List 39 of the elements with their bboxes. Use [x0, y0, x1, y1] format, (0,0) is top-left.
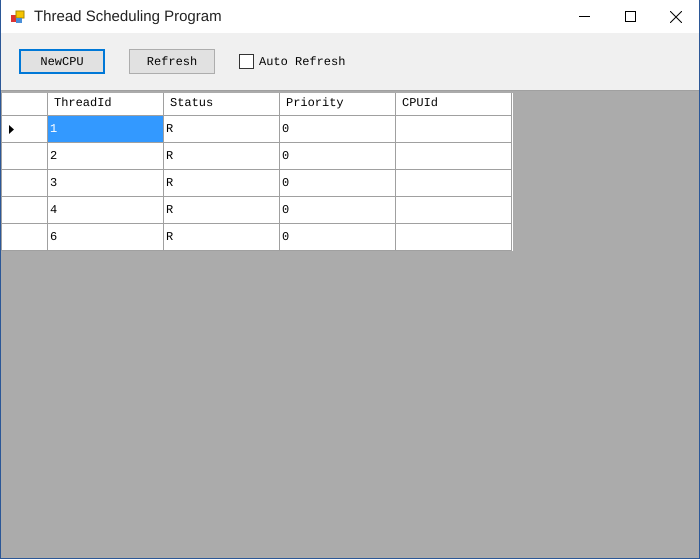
table-cell[interactable]: 0 — [280, 224, 396, 251]
table-cell[interactable]: 0 — [280, 170, 396, 197]
minimize-icon[interactable] — [578, 16, 590, 17]
table-cell[interactable]: 0 — [280, 116, 396, 143]
table-cell[interactable]: R — [164, 143, 280, 170]
row-header[interactable] — [2, 170, 48, 197]
table-cell[interactable] — [396, 224, 512, 251]
toolbar-button[interactable]: NewCPU — [19, 49, 105, 74]
checkbox-label: Auto Refresh — [259, 54, 346, 68]
current-row-icon — [9, 124, 14, 134]
table-cell[interactable]: 0 — [280, 197, 396, 224]
table-cell[interactable]: R — [164, 197, 280, 224]
table-cell[interactable]: 0 — [280, 143, 396, 170]
column-header[interactable]: Priority — [280, 93, 396, 116]
row-header[interactable] — [2, 116, 48, 143]
maximize-icon[interactable] — [624, 11, 636, 22]
app-icon — [10, 8, 26, 24]
table-cell[interactable]: 4 — [48, 197, 164, 224]
row-header[interactable] — [2, 224, 48, 251]
column-header[interactable]: ThreadId — [48, 93, 164, 116]
corner-header[interactable] — [2, 93, 48, 116]
close-icon[interactable] — [670, 10, 682, 22]
row-header[interactable] — [2, 143, 48, 170]
table-cell[interactable] — [396, 170, 512, 197]
table-cell[interactable]: R — [164, 116, 280, 143]
table-cell[interactable]: R — [164, 170, 280, 197]
table-cell[interactable] — [396, 197, 512, 224]
table-cell[interactable] — [396, 116, 512, 143]
toolbar-button[interactable]: Refresh — [129, 49, 215, 74]
table-cell[interactable]: 2 — [48, 143, 164, 170]
window-title: Thread Scheduling Program — [34, 8, 223, 25]
row-header[interactable] — [2, 197, 48, 224]
column-header[interactable]: Status — [164, 93, 280, 116]
table-cell[interactable]: 3 — [48, 170, 164, 197]
checkbox[interactable] — [239, 54, 254, 69]
table-cell[interactable]: 6 — [48, 224, 164, 251]
table-cell[interactable]: R — [164, 224, 280, 251]
column-header[interactable]: CPUId — [396, 93, 512, 116]
table-cell[interactable] — [396, 143, 512, 170]
